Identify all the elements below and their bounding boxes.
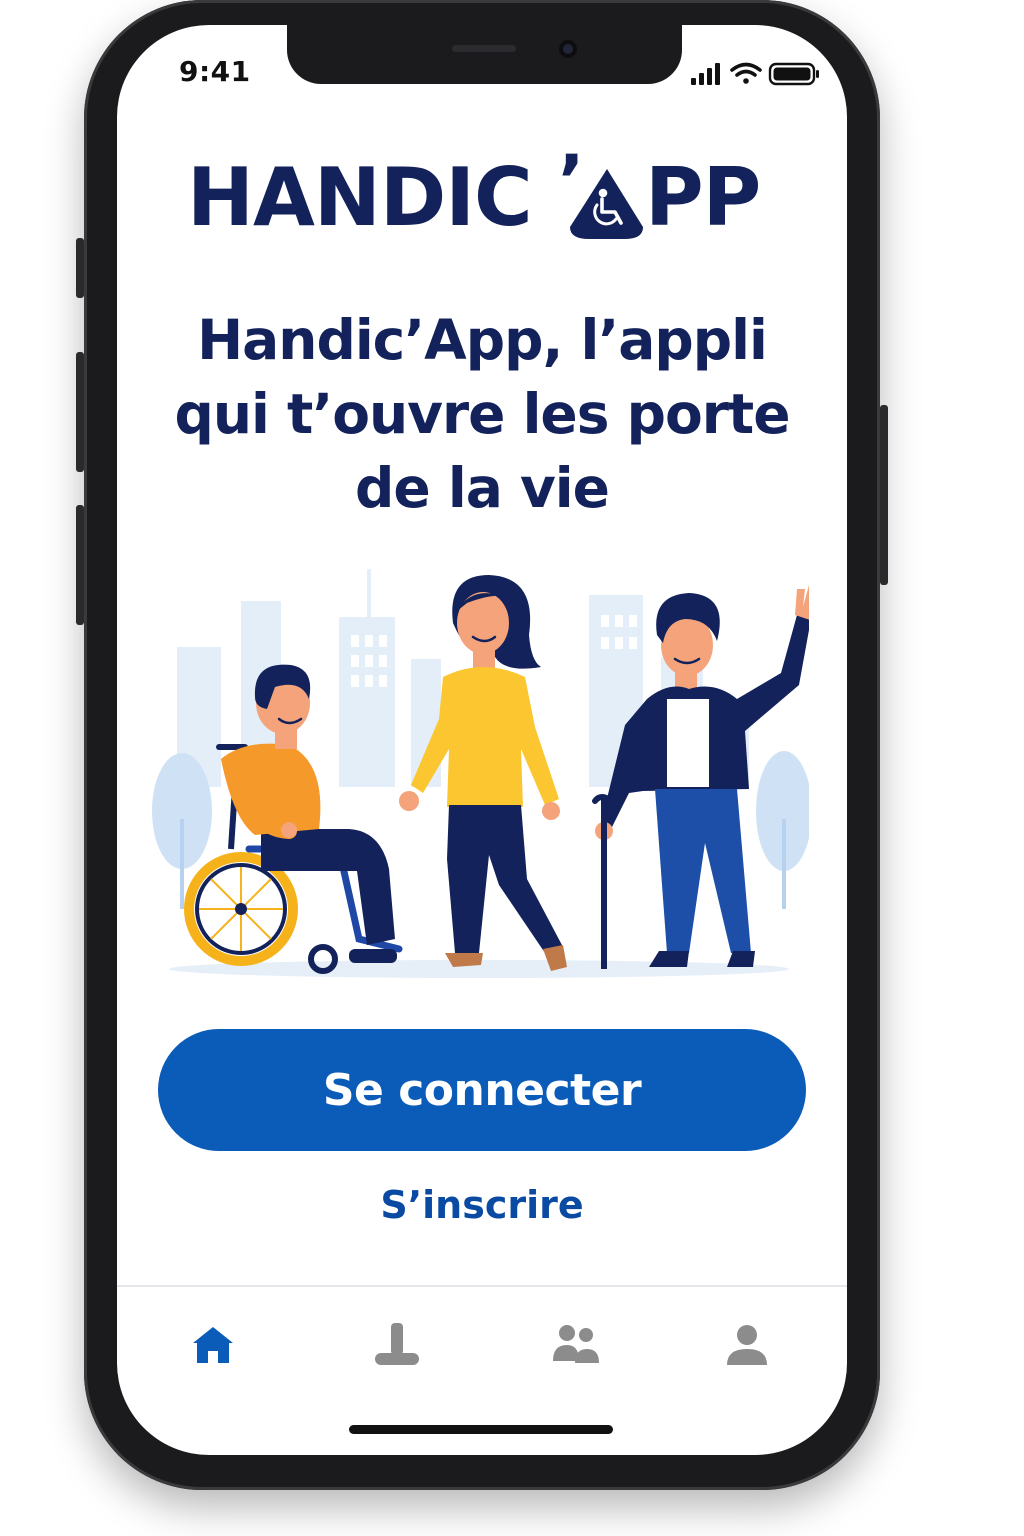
headline-line-3: de la vie [355,456,610,520]
cane-icon [375,1323,419,1365]
tab-profile[interactable] [717,1315,777,1375]
tab-accessibility[interactable] [367,1315,427,1375]
notch [287,25,682,84]
volume-down-button [76,505,84,625]
tab-community[interactable] [547,1315,607,1375]
logo-text-right: PP [645,153,760,243]
headline: Handic’App, l’appli qui t’ouvre les port… [147,303,817,525]
person-woman-walking [399,575,567,971]
profile-icon [727,1325,767,1365]
app-mockup: 9:41 HANDIC ’ PP Handic’App, l’appli qui… [0,0,1024,1536]
power-button [880,405,888,585]
signal-icon [691,63,720,85]
tab-home[interactable] [183,1315,243,1375]
status-time: 9:41 [179,55,251,88]
front-camera [559,40,577,58]
logo-text-left: HANDIC [187,153,532,243]
headline-line-2: qui t’ouvre les porte [174,382,791,446]
hero-illustration [152,569,809,978]
tab-bar-divider [117,1285,847,1287]
wifi-icon [730,62,762,84]
home-icon [193,1327,233,1363]
headline-line-1: Handic’App, l’appli [197,308,768,372]
phone-screen: 9:41 HANDIC ’ PP Handic’App, l’appli qui… [117,25,847,1455]
volume-up-button [76,352,84,472]
home-indicator [349,1425,613,1434]
login-button[interactable]: Se connecter [158,1029,806,1151]
mute-switch [76,238,84,298]
speaker-grille [452,45,516,52]
app-logo: HANDIC ’ PP [187,153,761,243]
community-icon [553,1325,599,1363]
battery-icon [768,62,819,86]
tab-bar [117,1315,847,1385]
signup-link[interactable]: S’inscrire [117,1183,847,1227]
status-icons [691,62,819,86]
